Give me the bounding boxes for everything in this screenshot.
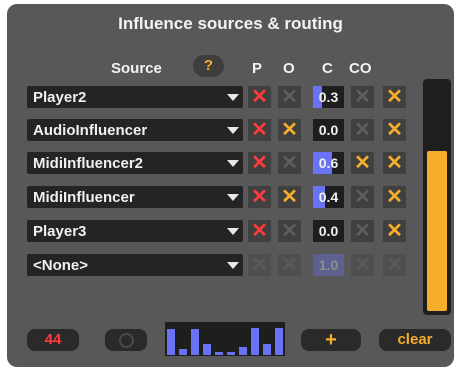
histogram-bar xyxy=(251,328,259,355)
level-meter xyxy=(423,79,451,315)
source-dropdown[interactable]: <None> xyxy=(27,254,243,276)
histogram-chart xyxy=(167,328,283,355)
source-row: MidiInfluencer2 ✕ ✕ 0.6 ✕ ✕ xyxy=(7,152,454,174)
histogram-bar xyxy=(203,344,211,355)
co-toggle-2[interactable]: ✕ xyxy=(383,86,406,108)
c-value-slider[interactable]: 0.6 xyxy=(313,152,344,174)
add-button[interactable]: + xyxy=(301,329,361,351)
circle-icon xyxy=(119,333,134,348)
source-row: MidiInfluencer ✕ ✕ 0.4 ✕ ✕ xyxy=(7,186,454,208)
source-dropdown-label: AudioInfluencer xyxy=(33,122,148,139)
chevron-down-icon xyxy=(227,262,239,269)
help-button[interactable]: ? xyxy=(193,55,224,77)
histogram-bar xyxy=(191,329,199,355)
c-value-slider[interactable]: 0.0 xyxy=(313,119,344,141)
count-display: 44 xyxy=(27,329,79,351)
p-toggle[interactable]: ✕ xyxy=(248,220,271,242)
p-toggle[interactable]: ✕ xyxy=(248,186,271,208)
o-toggle[interactable]: ✕ xyxy=(278,186,301,208)
co-toggle[interactable]: ✕ xyxy=(351,152,374,174)
co-toggle[interactable]: ✕ xyxy=(351,86,374,108)
c-value: 0.4 xyxy=(318,189,339,205)
chevron-down-icon xyxy=(227,94,239,101)
c-value: 0.0 xyxy=(318,122,339,138)
source-row: AudioInfluencer ✕ ✕ 0.0 ✕ ✕ xyxy=(7,119,454,141)
p-header: P xyxy=(252,60,263,77)
source-dropdown[interactable]: MidiInfluencer xyxy=(27,186,243,208)
co-toggle[interactable]: ✕ xyxy=(351,254,374,276)
source-row: Player3 ✕ ✕ 0.0 ✕ ✕ xyxy=(7,220,454,242)
c-value-slider[interactable]: 0.0 xyxy=(313,220,344,242)
o-toggle[interactable]: ✕ xyxy=(278,254,301,276)
source-dropdown-label: MidiInfluencer2 xyxy=(33,155,144,172)
level-meter-fill xyxy=(427,151,447,311)
c-value: 0.0 xyxy=(318,223,339,239)
source-dropdown[interactable]: AudioInfluencer xyxy=(27,119,243,141)
c-value-slider[interactable]: 0.3 xyxy=(313,86,344,108)
co-toggle-2[interactable]: ✕ xyxy=(383,254,406,276)
co-header: CO xyxy=(349,60,372,77)
o-toggle[interactable]: ✕ xyxy=(278,119,301,141)
clear-button[interactable]: clear xyxy=(379,329,451,351)
co-toggle-2[interactable]: ✕ xyxy=(383,152,406,174)
c-value: 1.0 xyxy=(318,257,339,273)
source-dropdown-label: Player3 xyxy=(33,223,87,240)
panel-title: Influence sources & routing xyxy=(118,14,343,33)
source-row: <None> ✕ ✕ 1.0 ✕ ✕ xyxy=(7,254,454,276)
histogram-bar xyxy=(179,349,187,355)
c-value: 0.6 xyxy=(318,155,339,171)
source-dropdown[interactable]: Player3 xyxy=(27,220,243,242)
chevron-down-icon xyxy=(227,194,239,201)
chevron-down-icon xyxy=(227,228,239,235)
source-row: Player2 ✕ ✕ 0.3 ✕ ✕ xyxy=(7,86,454,108)
histogram-bar xyxy=(167,329,175,355)
source-dropdown-label: Player2 xyxy=(33,89,87,106)
c-header: C xyxy=(322,60,333,77)
source-header: Source xyxy=(111,60,162,77)
histogram-bar xyxy=(227,352,235,355)
record-button[interactable] xyxy=(105,329,147,351)
co-toggle[interactable]: ✕ xyxy=(351,186,374,208)
histogram-bar xyxy=(239,347,247,355)
histogram-bar xyxy=(263,344,271,355)
histogram-bar xyxy=(215,352,223,355)
influence-panel: Influence sources & routing Source ? P O… xyxy=(7,4,454,367)
source-dropdown[interactable]: Player2 xyxy=(27,86,243,108)
histogram-bar xyxy=(275,328,283,355)
p-toggle[interactable]: ✕ xyxy=(248,152,271,174)
chevron-down-icon xyxy=(227,160,239,167)
co-toggle[interactable]: ✕ xyxy=(351,220,374,242)
co-toggle-2[interactable]: ✕ xyxy=(383,186,406,208)
source-dropdown-label: <None> xyxy=(33,257,89,274)
p-toggle[interactable]: ✕ xyxy=(248,119,271,141)
histogram xyxy=(165,322,285,356)
c-value-slider[interactable]: 1.0 xyxy=(313,254,344,276)
p-toggle[interactable]: ✕ xyxy=(248,86,271,108)
source-dropdown-label: MidiInfluencer xyxy=(33,189,135,206)
c-value: 0.3 xyxy=(318,89,339,105)
o-toggle[interactable]: ✕ xyxy=(278,86,301,108)
co-toggle-2[interactable]: ✕ xyxy=(383,220,406,242)
o-toggle[interactable]: ✕ xyxy=(278,220,301,242)
chevron-down-icon xyxy=(227,127,239,134)
c-value-slider[interactable]: 0.4 xyxy=(313,186,344,208)
source-dropdown[interactable]: MidiInfluencer2 xyxy=(27,152,243,174)
p-toggle[interactable]: ✕ xyxy=(248,254,271,276)
co-toggle-2[interactable]: ✕ xyxy=(383,119,406,141)
o-toggle[interactable]: ✕ xyxy=(278,152,301,174)
o-header: O xyxy=(283,60,295,77)
co-toggle[interactable]: ✕ xyxy=(351,119,374,141)
